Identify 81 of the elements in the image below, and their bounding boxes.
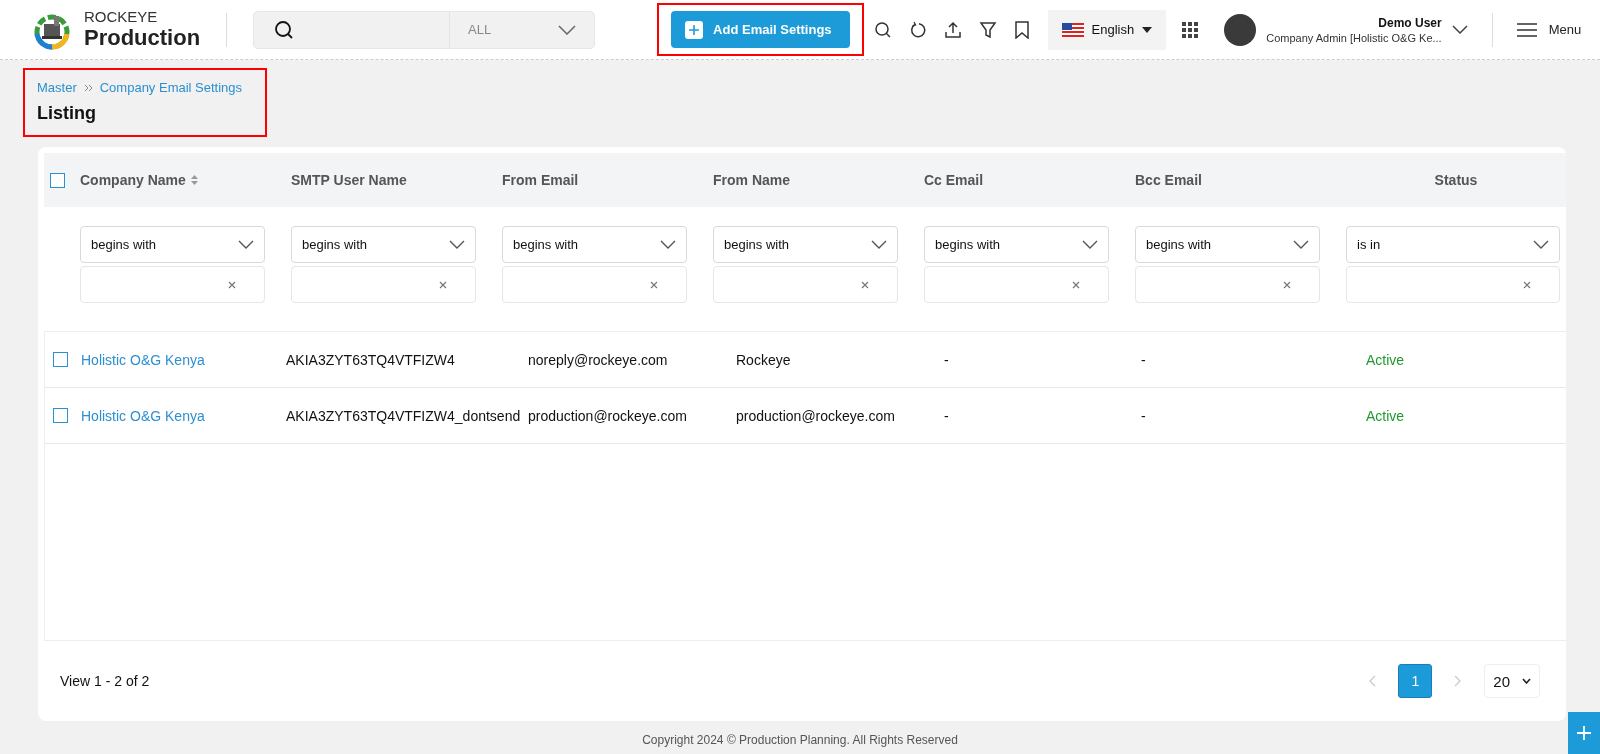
table-cell-text: production@rockeye.com — [736, 407, 896, 424]
filter-icon[interactable] — [978, 20, 997, 39]
flag-icon — [1061, 22, 1084, 37]
column-header[interactable]: Bcc Email — [1135, 172, 1346, 188]
refresh-icon[interactable] — [908, 20, 927, 39]
table-cell-text: - — [1141, 351, 1147, 368]
brand-subtitle: ROCKEYE — [84, 9, 159, 26]
chevron-down-icon — [449, 240, 465, 249]
brand-name: Production — [84, 25, 201, 50]
double-chevron-icon — [83, 83, 93, 92]
search-icon — [274, 19, 295, 40]
chevron-down-icon[interactable] — [1451, 25, 1468, 34]
column-header[interactable]: Status — [1346, 172, 1566, 188]
column-header[interactable]: Cc Email — [924, 172, 1135, 188]
filter-input[interactable] — [1346, 266, 1560, 303]
filter-operator-dropdown[interactable]: begins with — [80, 226, 265, 263]
table-cell-text: Rockeye — [736, 351, 792, 368]
chevron-down-icon — [1293, 240, 1309, 249]
column-header[interactable]: SMTP User Name — [291, 172, 502, 188]
clear-icon[interactable] — [861, 280, 869, 289]
page-title: Listing — [37, 103, 97, 124]
table-cell-text: AKIA3ZYT63TQ4VTFIZW4_dontsend — [286, 407, 522, 424]
bookmark-icon[interactable] — [1013, 20, 1030, 39]
chevron-down-icon — [1533, 240, 1549, 249]
filter-input[interactable] — [291, 266, 476, 303]
company-link[interactable]: Holistic O&G Kenya — [81, 351, 286, 368]
caret-down-icon — [1142, 26, 1153, 33]
row-checkbox[interactable] — [53, 408, 68, 423]
floating-add-button[interactable] — [1568, 712, 1600, 754]
upload-icon[interactable] — [943, 20, 962, 39]
menu-button[interactable]: Menu — [1510, 20, 1588, 39]
chevron-down-icon — [660, 240, 676, 249]
clear-icon[interactable] — [650, 280, 658, 289]
table-cell-text: AKIA3ZYT63TQ4VTFIZW4 — [286, 351, 456, 368]
filter-operator-dropdown[interactable]: begins with — [1135, 226, 1320, 263]
column-header[interactable]: From Name — [713, 172, 924, 188]
filter-input[interactable] — [1135, 266, 1320, 303]
chevron-down-icon — [1522, 678, 1531, 684]
menu-icon — [1516, 21, 1537, 38]
filter-input[interactable] — [80, 266, 265, 303]
search-icon[interactable] — [873, 20, 892, 39]
clear-icon[interactable] — [228, 280, 236, 289]
chevron-down-icon — [1082, 240, 1098, 249]
column-header[interactable]: Company Name — [80, 172, 186, 188]
copyright-text: Copyright 2024 © Production Planning. All Rights Reserved — [641, 733, 959, 747]
select-all-checkbox[interactable] — [50, 172, 65, 188]
user-role: Company Admin [Holistic O&G Ke... — [1266, 31, 1442, 44]
apps-grid-icon[interactable] — [1182, 21, 1199, 38]
clear-icon[interactable] — [1283, 280, 1291, 289]
avatar[interactable] — [1224, 13, 1257, 46]
table-cell-text: - — [1141, 407, 1147, 424]
filter-operator-dropdown[interactable]: begins with — [713, 226, 898, 263]
language-dropdown[interactable]: English — [1047, 9, 1167, 50]
record-count: View 1 - 2 of 2 — [60, 673, 150, 689]
status-text: Active — [1366, 407, 1406, 424]
filter-input[interactable] — [502, 266, 687, 303]
row-checkbox[interactable] — [53, 352, 68, 367]
column-header[interactable]: From Email — [502, 172, 713, 188]
sort-icon[interactable] — [190, 175, 198, 185]
chevron-down-icon — [558, 24, 577, 35]
chevron-down-icon — [871, 240, 887, 249]
user-name: Demo User — [1378, 15, 1442, 30]
status-text: Active — [1366, 351, 1406, 368]
filter-operator-dropdown[interactable]: begins with — [291, 226, 476, 263]
table-cell-text: production@rockeye.com — [528, 407, 688, 424]
filter-input[interactable] — [713, 266, 898, 303]
filter-operator-dropdown[interactable]: begins with — [924, 226, 1109, 263]
table-cell-text: noreply@rockeye.com — [528, 351, 669, 368]
plus-icon — [1577, 726, 1591, 740]
chevron-down-icon — [238, 240, 254, 249]
clear-icon[interactable] — [1072, 280, 1080, 289]
filter-operator-dropdown[interactable]: begins with — [502, 226, 687, 263]
plus-icon — [685, 20, 704, 39]
filter-input[interactable] — [924, 266, 1109, 303]
page-size-dropdown[interactable]: 20 — [1484, 664, 1540, 698]
clear-icon[interactable] — [439, 280, 447, 289]
company-link[interactable]: Holistic O&G Kenya — [81, 407, 286, 424]
clear-icon[interactable] — [1523, 280, 1531, 289]
table-cell-text: - — [944, 351, 950, 368]
table-cell-text: - — [944, 407, 950, 424]
filter-operator-dropdown[interactable]: is in — [1346, 226, 1560, 263]
